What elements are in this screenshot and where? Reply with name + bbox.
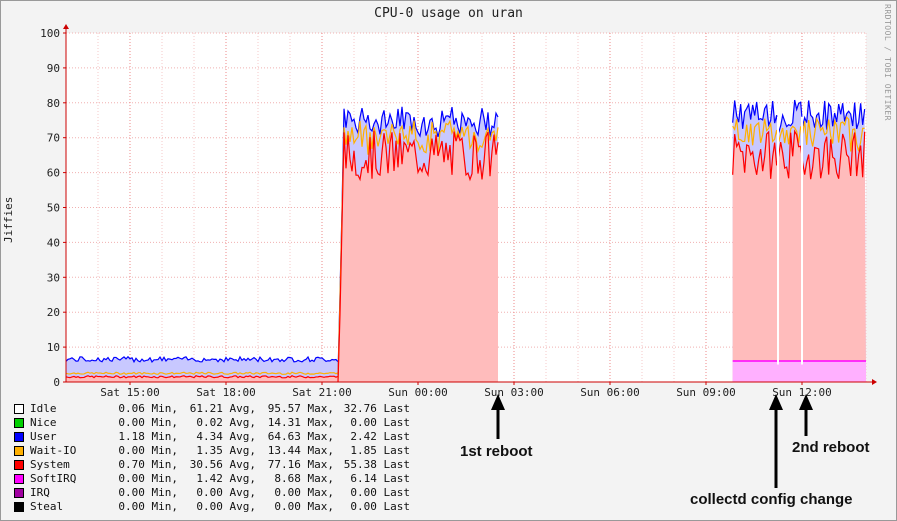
legend-avg: 0.00 Avg,	[196, 486, 256, 499]
annotation-1st-reboot: 1st reboot	[460, 443, 533, 460]
y-tick-label: 30	[47, 271, 60, 284]
legend-avg: 1.42 Avg,	[196, 472, 256, 485]
legend-row: System 0.70 Min, 30.56 Avg, 77.16 Max, 55.38…	[14, 458, 410, 472]
legend-row: Idle 0.06 Min, 61.21 Avg, 95.57 Max, 32.76 L…	[14, 402, 410, 416]
y-tick-label: 100	[40, 27, 60, 40]
legend-last: 55.38 Last	[343, 458, 410, 471]
legend-row: User 1.18 Min, 4.34 Avg, 64.63 Max, 2.42 Las…	[14, 430, 410, 444]
legend-last: 6.14 Last	[350, 472, 410, 485]
area-system	[732, 131, 866, 382]
y-tick-label: 80	[47, 97, 60, 110]
legend-row: Steal 0.00 Min, 0.00 Avg, 0.00 Max, 0.00 Las…	[14, 500, 410, 514]
legend-min: 0.00 Min,	[118, 500, 178, 513]
legend-min: 0.00 Min,	[118, 416, 178, 429]
y-tick-label: 0	[53, 376, 60, 389]
annotation-collectd-config-change: collectd config change	[690, 491, 853, 508]
legend-swatch	[14, 404, 24, 414]
x-tick-label: Sat 15:00	[100, 386, 160, 399]
legend-swatch	[14, 502, 24, 512]
legend-avg: 61.21 Avg,	[189, 402, 256, 415]
legend-last: 0.00 Last	[350, 486, 410, 499]
legend-avg: 0.02 Avg,	[196, 416, 256, 429]
x-tick-label: Sun 00:00	[388, 386, 448, 399]
legend-avg: 0.00 Avg,	[196, 500, 256, 513]
legend-avg: 1.35 Avg,	[196, 444, 256, 457]
annotation-2nd-reboot: 2nd reboot	[792, 439, 870, 456]
x-tick-label: Sun 09:00	[676, 386, 736, 399]
legend-max: 14.31 Max,	[267, 416, 334, 429]
y-tick-label: 90	[47, 62, 60, 75]
legend-max: 0.00 Max,	[274, 486, 334, 499]
legend-min: 0.70 Min,	[118, 458, 178, 471]
legend-swatch	[14, 446, 24, 456]
y-tick-label: 50	[47, 202, 60, 215]
x-tick-label: Sun 12:00	[772, 386, 832, 399]
legend-name: IRQ	[30, 486, 50, 499]
y-tick-label: 70	[47, 132, 60, 145]
legend-last: 1.85 Last	[350, 444, 410, 457]
legend-swatch	[14, 418, 24, 428]
legend-max: 77.16 Max,	[267, 458, 334, 471]
legend-min: 0.00 Min,	[118, 444, 178, 457]
legend-last: 0.00 Last	[350, 416, 410, 429]
legend-max: 95.57 Max,	[267, 402, 334, 415]
legend-swatch	[14, 474, 24, 484]
area-softirq	[732, 361, 866, 382]
legend-name: User	[30, 430, 57, 443]
y-axis-arrow	[63, 24, 69, 29]
legend-max: 13.44 Max,	[267, 444, 334, 457]
legend-row: IRQ 0.00 Min, 0.00 Avg, 0.00 Max, 0.00 Last	[14, 486, 410, 500]
legend-name: System	[30, 458, 70, 471]
y-tick-label: 40	[47, 236, 60, 249]
legend-row: Nice 0.00 Min, 0.02 Avg, 14.31 Max, 0.00 Las…	[14, 416, 410, 430]
x-tick-label: Sun 03:00	[484, 386, 544, 399]
x-axis-arrow	[872, 379, 877, 385]
legend-last: 2.42 Last	[350, 430, 410, 443]
x-tick-label: Sat 21:00	[292, 386, 352, 399]
legend-name: Idle	[30, 402, 57, 415]
legend-min: 0.06 Min,	[118, 402, 178, 415]
legend-swatch	[14, 460, 24, 470]
legend-last: 0.00 Last	[350, 500, 410, 513]
legend-name: Steal	[30, 500, 64, 513]
legend-max: 0.00 Max,	[274, 500, 334, 513]
legend-last: 32.76 Last	[343, 402, 410, 415]
legend-name: SoftIRQ	[30, 472, 77, 485]
y-tick-label: 20	[47, 306, 60, 319]
legend-row: SoftIRQ 0.00 Min, 1.42 Avg, 8.68 Max, 6.14 L…	[14, 472, 410, 486]
legend-max: 64.63 Max,	[267, 430, 334, 443]
legend-min: 1.18 Min,	[118, 430, 178, 443]
cpu-usage-chart: 0 10 20 30 40 50 60 70 80 90 100 Sat 15:00 Sat 18:00…	[40, 24, 877, 399]
legend-avg: 30.56 Avg,	[189, 458, 256, 471]
legend-max: 8.68 Max,	[274, 472, 334, 485]
legend-min: 0.00 Min,	[118, 472, 178, 485]
y-tick-label: 60	[47, 167, 60, 180]
legend-name: Nice	[30, 416, 57, 429]
legend-swatch	[14, 432, 24, 442]
legend-name: Wait-IO	[30, 444, 77, 457]
legend-avg: 4.34 Avg,	[196, 430, 256, 443]
y-tick-label: 10	[47, 341, 60, 354]
legend-row: Wait-IO 0.00 Min, 1.35 Avg, 13.44 Max, 1.85 …	[14, 444, 410, 458]
x-tick-label: Sat 18:00	[196, 386, 256, 399]
legend-swatch	[14, 488, 24, 498]
legend-min: 0.00 Min,	[118, 486, 178, 499]
x-tick-label: Sun 06:00	[580, 386, 640, 399]
